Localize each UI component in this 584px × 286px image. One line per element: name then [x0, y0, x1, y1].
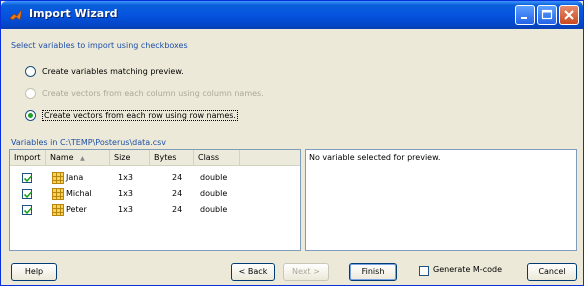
variable-name: Michal: [66, 189, 92, 198]
variable-size: 1x3: [118, 189, 133, 198]
back-button[interactable]: < Back: [231, 263, 275, 281]
maximize-icon: [541, 9, 553, 20]
variable-bytes: 24: [172, 173, 183, 182]
grid-variable-icon: [52, 172, 64, 184]
radio-button: [25, 87, 36, 99]
table-row[interactable]: Jana 1x3 24 double: [10, 170, 300, 186]
option-vectors-rows[interactable]: Create vectors from each row using row n…: [25, 107, 238, 123]
variable-name: Jana: [66, 173, 84, 182]
matlab-icon: [9, 8, 23, 21]
column-header-import[interactable]: Import: [10, 150, 46, 166]
import-checkbox[interactable]: [22, 189, 33, 199]
help-button[interactable]: Help: [11, 263, 57, 281]
checkmark-icon: [23, 175, 33, 183]
name-header-label: Name: [50, 153, 74, 162]
radio-button[interactable]: [25, 65, 36, 77]
variable-bytes: 24: [172, 189, 183, 198]
column-header-class[interactable]: Class: [194, 150, 240, 166]
variables-path-label: Variables in C:\TEMP\Posterus\data.csv: [11, 138, 167, 147]
variables-table: Import Name ▲ Size Bytes Class Jana 1x3 …: [9, 149, 301, 251]
grid-variable-icon: [52, 188, 64, 200]
preview-text: No variable selected for preview.: [309, 153, 441, 162]
variable-bytes: 24: [172, 205, 183, 214]
minimize-button[interactable]: [515, 5, 535, 25]
table-row[interactable]: Peter 1x3 24 double: [10, 202, 300, 218]
import-wizard-window: Import Wizard Select variables to import…: [0, 0, 584, 286]
title-bar[interactable]: Import Wizard: [1, 1, 583, 29]
table-header: Import Name ▲ Size Bytes Class: [10, 150, 300, 166]
import-checkbox[interactable]: [22, 173, 33, 183]
column-header-bytes[interactable]: Bytes: [150, 150, 194, 166]
column-header-name[interactable]: Name ▲: [46, 150, 110, 166]
radio-button-selected[interactable]: [25, 109, 36, 121]
import-checkbox[interactable]: [22, 205, 33, 215]
option-label: Create vectors from each column using co…: [42, 88, 264, 98]
close-button[interactable]: [559, 5, 579, 25]
checkmark-icon: [23, 191, 33, 199]
generate-mcode-label: Generate M-code: [433, 265, 502, 274]
variable-class: double: [200, 205, 228, 214]
next-button: Next >: [283, 263, 329, 281]
variable-name: Peter: [66, 205, 87, 214]
variable-class: double: [200, 173, 228, 182]
checkmark-icon: [23, 207, 33, 215]
option-vectors-columns: Create vectors from each column using co…: [25, 85, 264, 101]
generate-mcode-checkbox[interactable]: [419, 266, 429, 276]
maximize-button[interactable]: [537, 5, 557, 25]
cancel-button[interactable]: Cancel: [527, 263, 577, 281]
column-header-size[interactable]: Size: [110, 150, 150, 166]
grid-variable-icon: [52, 204, 64, 216]
option-label: Create vectors from each row using row n…: [42, 109, 238, 121]
minimize-icon: [521, 17, 527, 19]
finish-button[interactable]: Finish: [349, 263, 397, 281]
option-create-variables[interactable]: Create variables matching preview.: [25, 63, 184, 79]
variable-class: double: [200, 189, 228, 198]
sort-ascending-icon: ▲: [80, 155, 85, 162]
variable-size: 1x3: [118, 173, 133, 182]
window-title: Import Wizard: [29, 7, 118, 20]
preview-panel: No variable selected for preview.: [305, 149, 577, 251]
close-icon: [564, 10, 574, 20]
variable-size: 1x3: [118, 205, 133, 214]
instructions-text: Select variables to import using checkbo…: [11, 41, 188, 50]
table-row[interactable]: Michal 1x3 24 double: [10, 186, 300, 202]
option-label: Create variables matching preview.: [42, 66, 184, 76]
